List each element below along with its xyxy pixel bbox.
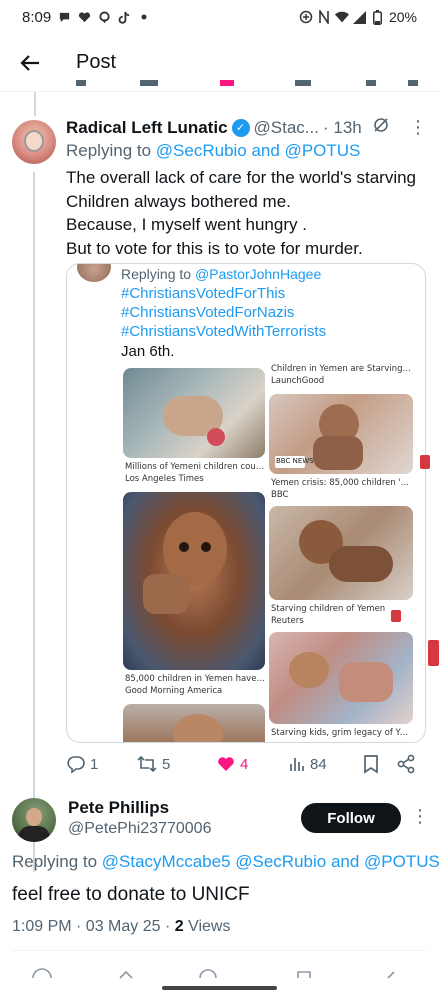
reply-button[interactable]: 1	[66, 754, 136, 774]
hashtag[interactable]: #ChristiansVotedForThis	[121, 284, 326, 303]
image-thumbnail[interactable]	[269, 632, 413, 724]
signal-icon	[353, 10, 367, 24]
views-count: 2	[174, 918, 184, 935]
page-title: Post	[76, 51, 117, 73]
more-options-icon[interactable]: ⋮	[411, 806, 429, 827]
chat-icon	[57, 10, 71, 24]
back-button[interactable]	[0, 34, 60, 92]
heart-icon	[218, 757, 234, 771]
repost-button[interactable]: 5	[136, 754, 216, 774]
image-thumbnail[interactable]	[123, 492, 265, 670]
views-icon	[290, 758, 304, 771]
hashtag[interactable]: #ChristiansVotedWithTerrorists	[121, 322, 326, 341]
author-name[interactable]: Pete Phillips	[68, 798, 169, 818]
verified-badge-icon: ✓	[231, 118, 250, 137]
tweet-time[interactable]: · 13h	[323, 118, 362, 138]
battery-icon	[371, 9, 385, 25]
hotspot-icon	[299, 10, 313, 24]
divider	[12, 950, 427, 951]
mehr-logo-icon	[391, 610, 401, 622]
like-button[interactable]: 4	[216, 754, 288, 774]
reply-icon	[67, 756, 85, 774]
tiktok-icon	[117, 10, 131, 24]
thread-line	[33, 172, 35, 872]
previous-tweet-actions	[70, 80, 420, 94]
quoted-avatar	[77, 264, 111, 282]
nfc-icon	[317, 10, 331, 24]
tweet-text: feel free to donate to UNICF	[12, 884, 250, 905]
status-time: 8:09	[22, 8, 52, 26]
follow-button[interactable]: Follow	[301, 803, 401, 833]
views-button[interactable]: 84	[288, 755, 362, 773]
tweet-meta: 1:09 PM · 03 May 25 · 2 Views	[12, 918, 231, 935]
bookmark-icon	[364, 755, 378, 774]
heart-status-icon	[77, 10, 91, 24]
tweet-header: Radical Left Lunatic ✓ @Stac... · 13h ⋮	[66, 116, 427, 139]
replying-to: Replying to @SecRubio and @POTUS	[66, 141, 361, 160]
author-handle[interactable]: @Stac...	[254, 118, 319, 138]
tweet-text: The overall lack of care for the world's…	[66, 168, 417, 258]
author-name[interactable]: Radical Left Lunatic	[66, 118, 228, 138]
back-arrow-icon	[20, 54, 39, 71]
bbc-news-badge: BBC NEWS	[276, 457, 314, 465]
quoted-date-text: Jan 6th.	[121, 343, 175, 360]
thread-line-top	[34, 92, 36, 116]
image-thumbnail[interactable]	[123, 368, 265, 458]
hashtag[interactable]: #ChristiansVotedForNazis	[121, 303, 326, 322]
bottom-actions-row	[0, 964, 439, 984]
status-bar: 8:09 20%	[0, 0, 439, 34]
quoted-tweet[interactable]: Replying to @PastorJohnHagee #Christians…	[66, 263, 426, 743]
share-icon	[397, 754, 415, 774]
image-thumbnail[interactable]: BBC NEWS	[269, 394, 413, 474]
share-button[interactable]	[396, 754, 416, 774]
battery-percent: 20%	[388, 9, 417, 25]
more-options-icon[interactable]: ⋮	[409, 117, 427, 138]
replying-to-links[interactable]: @StacyMccabe5 @SecRubio and @POTUS	[102, 852, 439, 871]
replying-to: Replying to @StacyMccabe5 @SecRubio and …	[12, 852, 439, 871]
avatar[interactable]	[12, 798, 56, 842]
tweet-actions: 1 5 4 84	[66, 752, 426, 776]
location-icon	[97, 10, 111, 24]
quoted-hashtags: #ChristiansVotedForThis #ChristiansVoted…	[121, 284, 326, 341]
wifi-icon	[334, 10, 349, 24]
quoted-replying-to: Replying to @PastorJohnHagee	[121, 266, 322, 282]
avatar[interactable]	[12, 120, 56, 164]
grok-icon[interactable]	[372, 116, 390, 139]
image-thumbnail[interactable]	[123, 704, 265, 742]
dot-icon	[137, 10, 151, 24]
author-handle[interactable]: @PetePhi23770006	[68, 820, 211, 838]
side-logo-icon	[428, 640, 439, 666]
bookmark-button[interactable]	[362, 754, 396, 774]
side-logo-icon	[420, 455, 430, 469]
home-indicator	[162, 986, 277, 990]
quoted-image[interactable]: Millions of Yemeni children coul... Los …	[121, 364, 421, 742]
repost-icon	[137, 755, 157, 773]
image-thumbnail[interactable]	[269, 506, 413, 600]
replying-to-links[interactable]: @SecRubio and @POTUS	[156, 141, 361, 160]
